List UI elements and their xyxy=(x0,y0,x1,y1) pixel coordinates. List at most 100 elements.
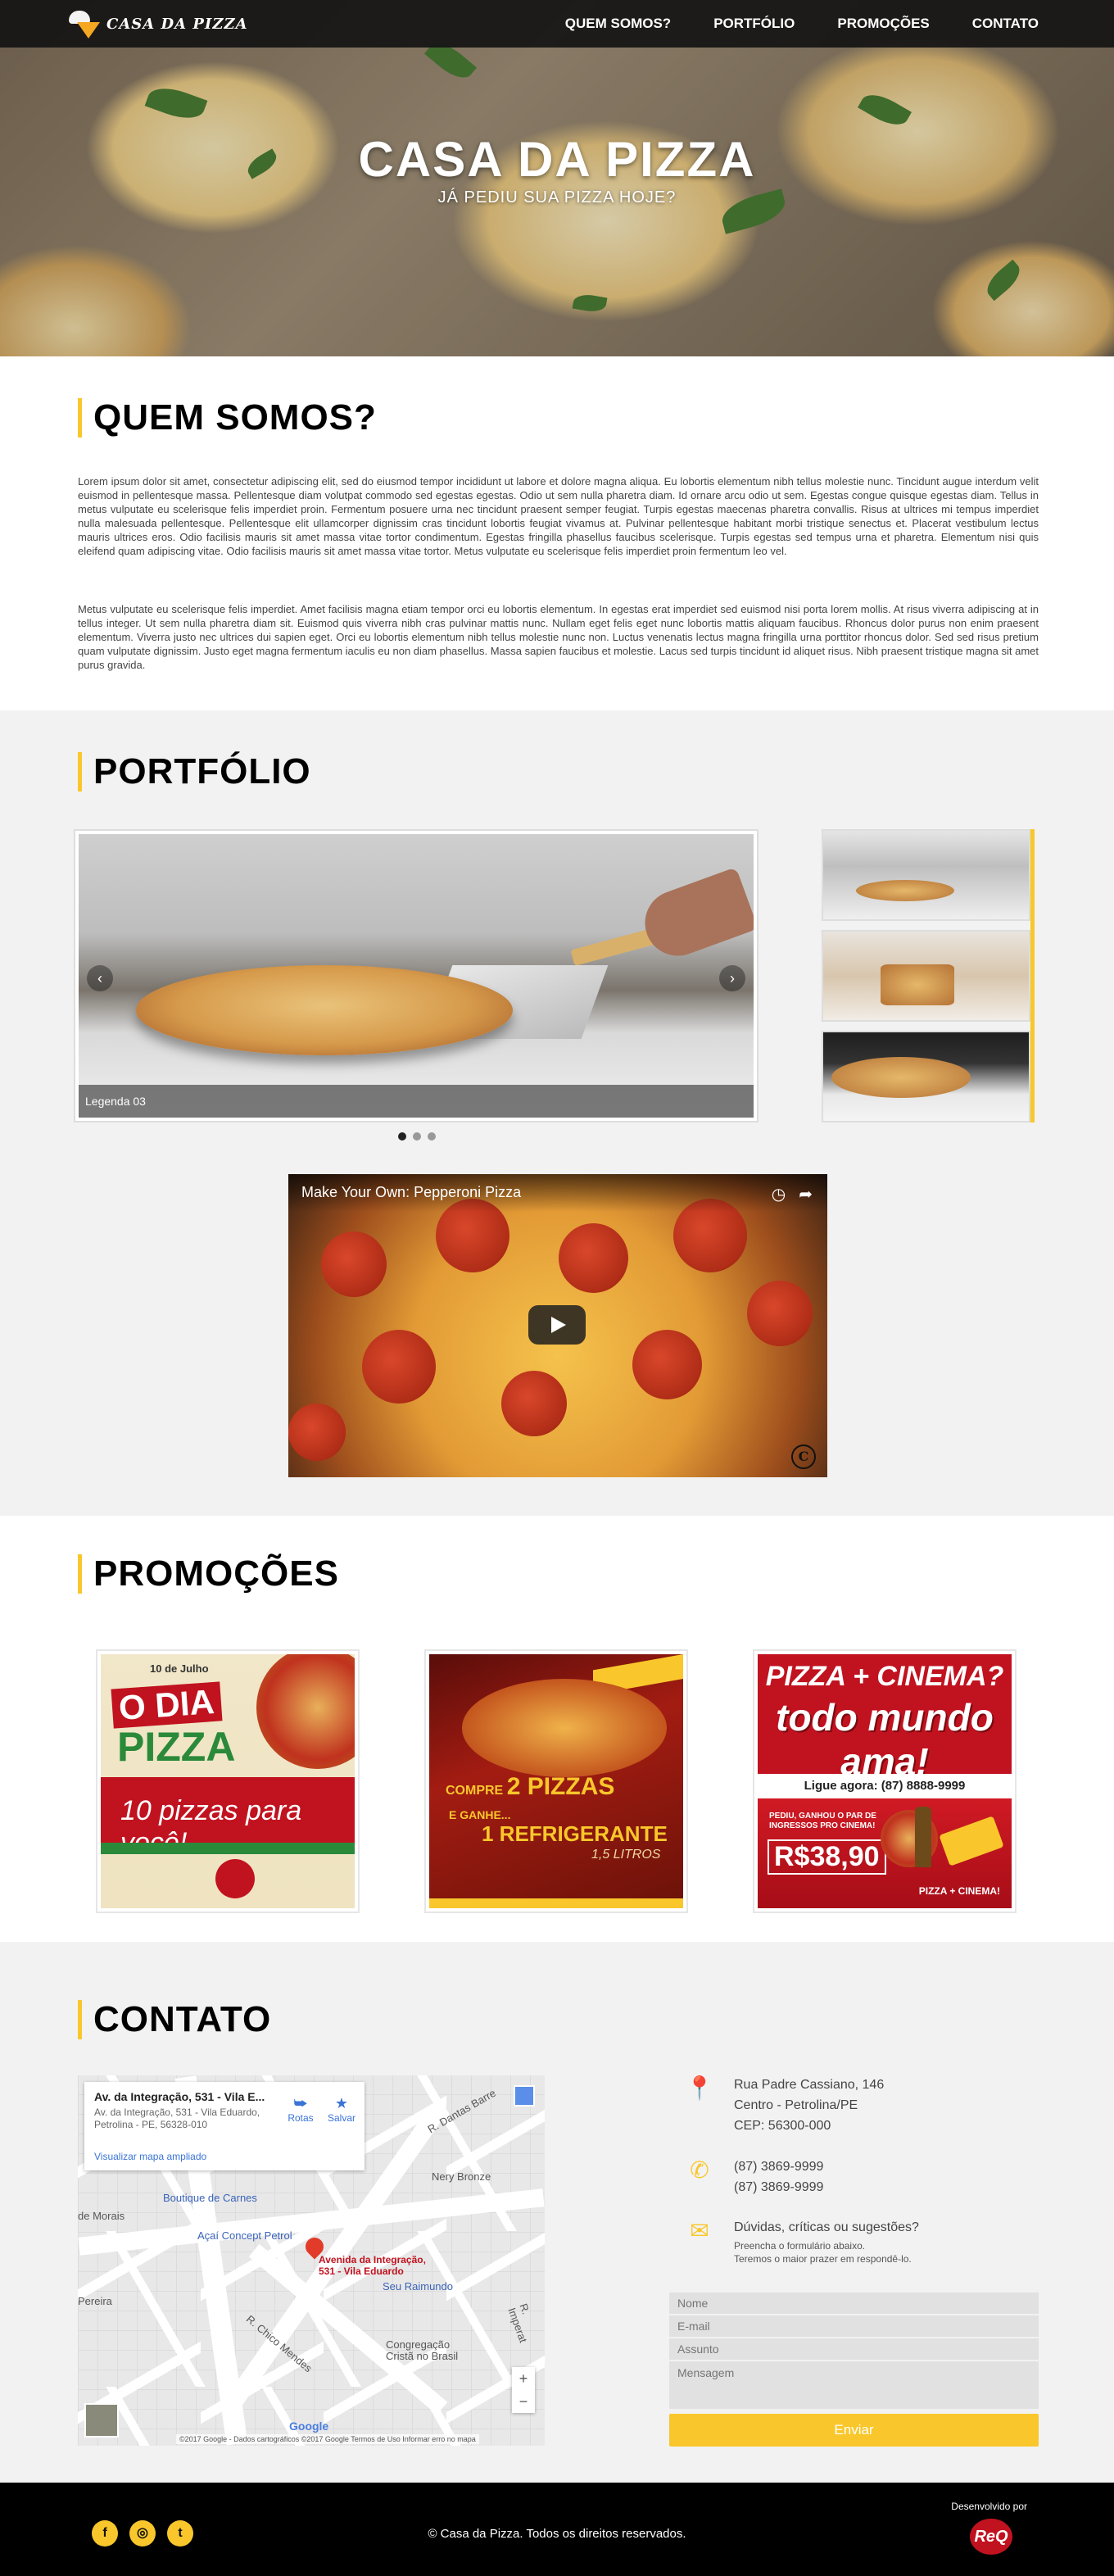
thumbnail-3[interactable] xyxy=(822,1031,1030,1122)
quem-somos-title: QUEM SOMOS? xyxy=(93,397,377,438)
zoom-in-icon[interactable]: + xyxy=(512,2367,535,2390)
phone-number[interactable]: (87) 3869-9999 xyxy=(734,2156,823,2177)
promo-dia: O DIA xyxy=(111,1681,223,1729)
carousel-indicators xyxy=(398,1132,436,1141)
nav-item-portfolio[interactable]: PORTFÓLIO xyxy=(713,16,795,32)
promo-card-2-pizzas[interactable]: COMPRE 2 PIZZAS E GANHE... 1 REFRIGERANT… xyxy=(424,1649,688,1913)
map-enlarge-link[interactable]: Visualizar mapa ampliado xyxy=(94,2151,206,2162)
zoom-out-icon[interactable]: − xyxy=(512,2390,535,2413)
email-input[interactable] xyxy=(669,2315,1039,2338)
map-attribution: ©2017 Google - Dados cartográficos ©2017… xyxy=(176,2434,479,2444)
map-satellite-toggle[interactable] xyxy=(84,2403,119,2438)
carousel-thumbnails xyxy=(822,829,1035,1122)
promo-refrigerante: 1 REFRIGERANTE xyxy=(482,1821,668,1846)
carousel-dot[interactable] xyxy=(428,1132,436,1141)
promo-desc: PEDIU, GANHOU O PAR DE INGRESSOS PRO CIN… xyxy=(769,1812,876,1830)
heading-accent-bar xyxy=(78,752,82,791)
soda-bottle-icon xyxy=(915,1807,931,1867)
map-info-card: Av. da Integração, 531 - Vila E... Av. d… xyxy=(84,2082,365,2170)
promo-cinema-title: PIZZA + CINEMA? xyxy=(765,1661,1004,1692)
copyright-text: © Casa da Pizza. Todos os direitos reser… xyxy=(428,2527,686,2541)
carousel-prev-button[interactable]: ‹ xyxy=(87,965,113,991)
promo-tag: PIZZA + CINEMA! xyxy=(918,1885,1000,1897)
map-routes-button[interactable]: ⮩ Rotas xyxy=(281,2095,320,2124)
contact-subtext: Teremos o maior prazer em respondê-lo. xyxy=(734,2253,912,2265)
site-logo[interactable]: CASA DA PIZZA xyxy=(64,7,248,40)
message-textarea[interactable] xyxy=(669,2361,1039,2409)
envelope-icon: ✉ xyxy=(690,2218,709,2243)
promo-phone: Ligue agora: (87) 8888-9999 xyxy=(758,1774,1012,1798)
carousel-caption: Legenda 03 xyxy=(79,1085,754,1118)
map-place[interactable]: Açaí Concept Petrol xyxy=(197,2229,292,2242)
street-view-icon[interactable] xyxy=(514,2085,535,2107)
map-save-button[interactable]: ★ Salvar xyxy=(322,2095,361,2124)
chef-pizza-icon xyxy=(64,9,100,39)
about-paragraph-2: Metus vulputate eu scelerisque felis imp… xyxy=(78,603,1039,671)
promo-ama: todo mundo ama! xyxy=(776,1696,994,1783)
carousel-next-button[interactable]: › xyxy=(719,965,745,991)
promo-card-dia-pizza[interactable]: 10 de Julho O DIA PIZZA 10 pizzas para v… xyxy=(96,1649,360,1913)
contact-phones: ✆ (87) 3869-9999 (87) 3869-9999 xyxy=(680,2156,823,2197)
watch-later-icon[interactable]: ◷ xyxy=(772,1184,786,1204)
promo-ganhe: E GANHE... xyxy=(449,1808,511,1821)
name-input[interactable] xyxy=(669,2293,1039,2315)
hero-banner: CASA DA PIZZA JÁ PEDIU SUA PIZZA HOJE? xyxy=(0,0,1114,356)
play-button[interactable] xyxy=(528,1305,586,1345)
map-zoom-controls[interactable]: + − xyxy=(512,2367,535,2413)
map-place[interactable]: Boutique de Carnes xyxy=(163,2192,257,2204)
heading-accent-bar xyxy=(78,2000,82,2039)
map-street: de Morais xyxy=(78,2210,125,2222)
phone-icon: ✆ xyxy=(690,2157,709,2183)
map-pin-label: Avenida da Integração, 531 - Vila Eduard… xyxy=(319,2254,426,2277)
nav-item-quem-somos[interactable]: QUEM SOMOS? xyxy=(565,16,671,32)
carousel-slide-image: ‹ › Legenda 03 xyxy=(79,834,754,1118)
nav-item-contato[interactable]: CONTATO xyxy=(972,16,1039,32)
contact-message-info: ✉ Dúvidas, críticas ou sugestões? Preenc… xyxy=(680,2217,919,2267)
image-carousel[interactable]: ‹ › Legenda 03 xyxy=(74,829,759,1122)
star-icon: ★ xyxy=(334,2095,349,2111)
section-heading: CONTATO xyxy=(78,1999,271,2040)
thumbnail-2[interactable] xyxy=(822,930,1030,1022)
developer-label: Desenvolvido por xyxy=(951,2501,1027,2512)
google-map[interactable]: Av. da Integração, 531 - Vila E... Av. d… xyxy=(78,2075,545,2446)
promo-date: 10 de Julho xyxy=(150,1662,209,1675)
map-place[interactable]: Seu Raimundo xyxy=(383,2280,453,2293)
phone-number[interactable]: (87) 3869-9999 xyxy=(734,2177,823,2197)
site-footer: f ◎ t © Casa da Pizza. Todos os direitos… xyxy=(0,2483,1114,2576)
map-street: Pereira xyxy=(78,2295,112,2307)
section-heading: QUEM SOMOS? xyxy=(78,397,377,438)
map-place[interactable]: Nery Bronze xyxy=(432,2170,491,2183)
subject-input[interactable] xyxy=(669,2338,1039,2361)
contact-heading: Dúvidas, críticas ou sugestões? xyxy=(734,2220,919,2234)
contact-address: 📍 Rua Padre Cassiano, 146 Centro - Petro… xyxy=(680,2075,885,2136)
nav-item-promocoes[interactable]: PROMOÇÕES xyxy=(837,16,929,32)
heading-accent-bar xyxy=(78,1554,82,1594)
top-navbar: CASA DA PIZZA QUEM SOMOS? PORTFÓLIO PROM… xyxy=(0,0,1114,48)
map-place[interactable]: Congregação Cristã no Brasil xyxy=(386,2339,460,2362)
developer-logo[interactable]: ReQ xyxy=(970,2519,1012,2555)
share-icon[interactable]: ➦ xyxy=(799,1184,813,1204)
carousel-dot[interactable] xyxy=(398,1132,406,1141)
section-promocoes: PROMOÇÕES 10 de Julho O DIA PIZZA 10 piz… xyxy=(0,1516,1114,1942)
thumbnail-1[interactable] xyxy=(822,829,1030,921)
carousel-dot[interactable] xyxy=(413,1132,421,1141)
promocoes-title: PROMOÇÕES xyxy=(93,1553,339,1594)
promo-card-pizza-cinema[interactable]: PIZZA + CINEMA? todo mundo ama! Ligue ag… xyxy=(753,1649,1017,1913)
address-line: CEP: 56300-000 xyxy=(734,2119,831,2133)
hand-pointer-icon xyxy=(215,1859,255,1898)
video-title[interactable]: Make Your Own: Pepperoni Pizza xyxy=(288,1174,827,1212)
video-player[interactable]: Make Your Own: Pepperoni Pizza ◷ ➦ C xyxy=(288,1174,827,1477)
section-quem-somos: QUEM SOMOS? Lorem ipsum dolor sit amet, … xyxy=(0,356,1114,710)
promo-litros: 1,5 LITROS xyxy=(591,1848,661,1862)
send-button[interactable]: Enviar xyxy=(669,2414,1039,2447)
map-street: R. Imperat xyxy=(505,2302,532,2345)
logo-text: CASA DA PIZZA xyxy=(106,15,248,33)
heading-accent-bar xyxy=(78,398,82,438)
hero-title: CASA DA PIZZA xyxy=(358,132,756,187)
section-heading: PORTFÓLIO xyxy=(78,751,311,792)
section-portfolio: PORTFÓLIO ‹ › Legenda 03 Make Your Own: … xyxy=(0,710,1114,1516)
promo-compre: COMPRE 2 PIZZAS xyxy=(446,1773,615,1800)
directions-icon: ⮩ xyxy=(293,2095,308,2111)
about-paragraph-1: Lorem ipsum dolor sit amet, consectetur … xyxy=(78,475,1039,557)
hero-subtitle: JÁ PEDIU SUA PIZZA HOJE? xyxy=(437,188,677,206)
